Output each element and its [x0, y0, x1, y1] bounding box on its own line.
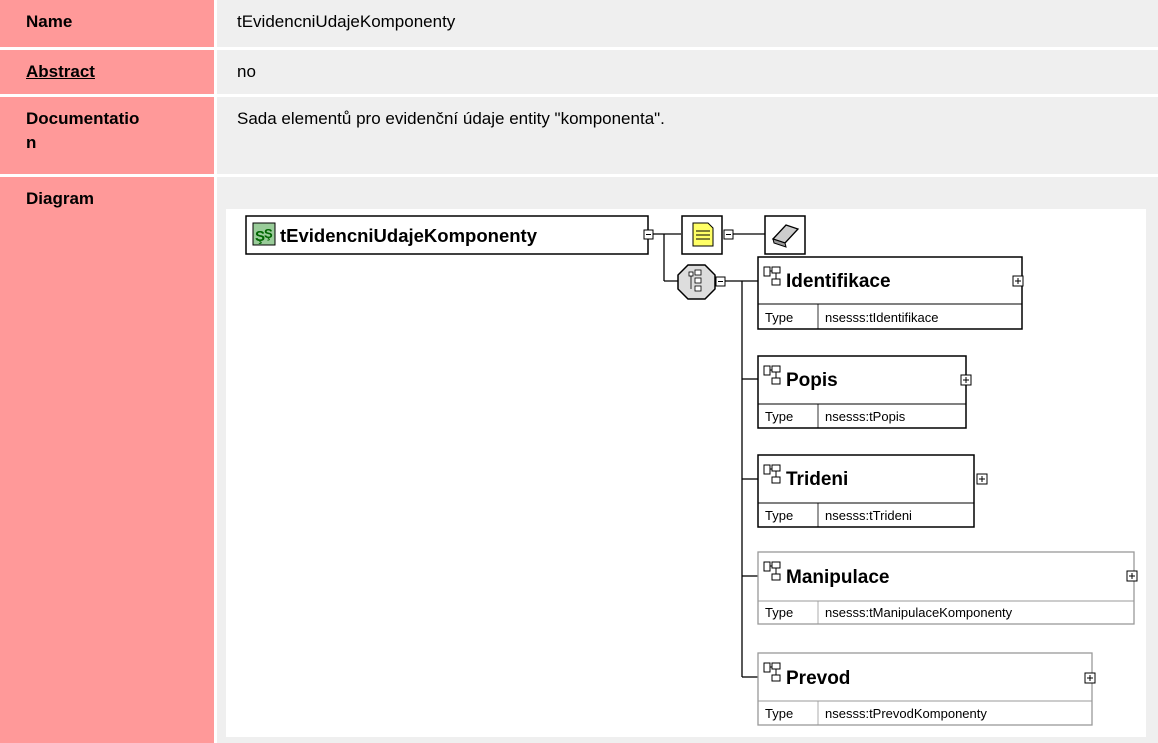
- element-manipulace[interactable]: Manipulace Type nsesss:tManipulaceKompon…: [757, 551, 1135, 625]
- expand-manipulace-icon[interactable]: [1126, 570, 1138, 582]
- abstract-value: no: [217, 50, 1158, 94]
- element-popis[interactable]: Popis Type nsesss:tPopis: [757, 355, 967, 429]
- element-type-manipulace: nsesss:tManipulaceKomponenty: [825, 605, 1013, 620]
- expand-prevod-icon[interactable]: [1084, 672, 1096, 684]
- abstract-link[interactable]: Abstract: [26, 62, 95, 81]
- element-prevod[interactable]: Prevod Type nsesss:tPrevodKomponenty: [757, 652, 1093, 726]
- element-name-manipulace: Manipulace: [786, 567, 889, 588]
- svg-text:Ş: Ş: [264, 226, 273, 241]
- documentation-value: Sada elementů pro evidenční údaje entity…: [217, 97, 1158, 174]
- diagram-label: Diagram: [0, 177, 214, 743]
- documentation-label-line1: Documentatio: [26, 109, 140, 128]
- element-type-identifikace: nsesss:tIdentifikace: [825, 310, 938, 325]
- root-collapse-icon[interactable]: [643, 229, 654, 240]
- name-row: Name tEvidencniUdajeKomponenty: [0, 0, 1158, 47]
- element-name-popis: Popis: [786, 370, 838, 391]
- schema-diagram-svg: Ş Ş tEvidencniUdajeKomponenty Identifika…: [245, 215, 1138, 726]
- documentation-row: Documentatio n Sada elementů pro evidenč…: [0, 97, 1158, 174]
- expand-popis-icon[interactable]: [960, 374, 972, 386]
- name-value: tEvidencniUdajeKomponenty: [217, 0, 1158, 47]
- element-type-popis: nsesss:tPopis: [825, 409, 906, 424]
- root-type-name: tEvidencniUdajeKomponenty: [280, 225, 538, 246]
- abstract-row: Abstract no: [0, 50, 1158, 94]
- type-label: Type: [765, 706, 793, 721]
- type-label: Type: [765, 605, 793, 620]
- documentation-collapse-icon[interactable]: [723, 229, 734, 240]
- expand-trideni-icon[interactable]: [976, 473, 988, 485]
- complex-type-icon: Ş Ş: [252, 222, 276, 246]
- name-label: Name: [0, 0, 214, 47]
- element-name-trideni: Trideni: [786, 469, 848, 490]
- schema-diagram: Ş Ş tEvidencniUdajeKomponenty Identifika…: [226, 209, 1146, 737]
- element-name-identifikace: Identifikace: [786, 271, 891, 292]
- element-identifikace[interactable]: Identifikace Type nsesss:tIdentifikace: [757, 256, 1023, 330]
- element-type-trideni: nsesss:tTrideni: [825, 508, 912, 523]
- documentation-label: Documentatio n: [0, 97, 214, 174]
- type-label: Type: [765, 310, 793, 325]
- type-label: Type: [765, 508, 793, 523]
- expand-identifikace-icon[interactable]: [1012, 275, 1024, 287]
- type-label: Type: [765, 409, 793, 424]
- abstract-label-cell: Abstract: [0, 50, 214, 94]
- documentation-label-line2: n: [26, 133, 37, 152]
- sequence-icon[interactable]: [677, 264, 716, 300]
- element-type-prevod: nsesss:tPrevodKomponenty: [825, 706, 987, 721]
- root-type-node[interactable]: Ş Ş tEvidencniUdajeKomponenty: [245, 215, 649, 255]
- sequence-collapse-icon[interactable]: [715, 276, 726, 287]
- element-trideni[interactable]: Trideni Type nsesss:tTrideni: [757, 454, 975, 528]
- documentation-icon[interactable]: [681, 215, 723, 255]
- element-name-prevod: Prevod: [786, 668, 850, 689]
- appinfo-icon[interactable]: [764, 215, 806, 255]
